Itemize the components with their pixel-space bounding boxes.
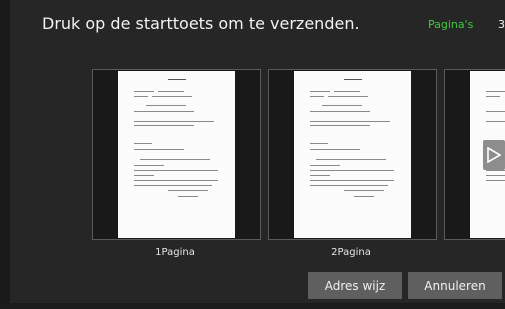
page-preview-strip[interactable] — [92, 69, 505, 240]
page-label-2: 2Pagina — [331, 247, 371, 258]
screen-bezel-left — [0, 0, 10, 309]
screen-bezel-bottom — [0, 303, 505, 309]
pages-count: 3 — [498, 18, 505, 31]
next-page-button[interactable] — [483, 140, 505, 170]
page-preview-2[interactable] — [268, 69, 437, 240]
pages-label: Pagina's — [428, 18, 474, 31]
page-preview-1[interactable] — [92, 69, 261, 240]
instruction-title: Druk op de starttoets om te verzenden. — [42, 14, 360, 33]
cancel-button[interactable]: Annuleren — [408, 272, 502, 299]
page-thumbnail — [294, 71, 411, 238]
send-confirmation-screen: Druk op de starttoets om te verzenden. P… — [0, 0, 505, 309]
play-arrow-icon — [487, 147, 502, 163]
page-thumbnail — [118, 71, 235, 238]
page-label-1: 1Pagina — [155, 247, 195, 258]
change-address-button[interactable]: Adres wijz — [308, 272, 402, 299]
